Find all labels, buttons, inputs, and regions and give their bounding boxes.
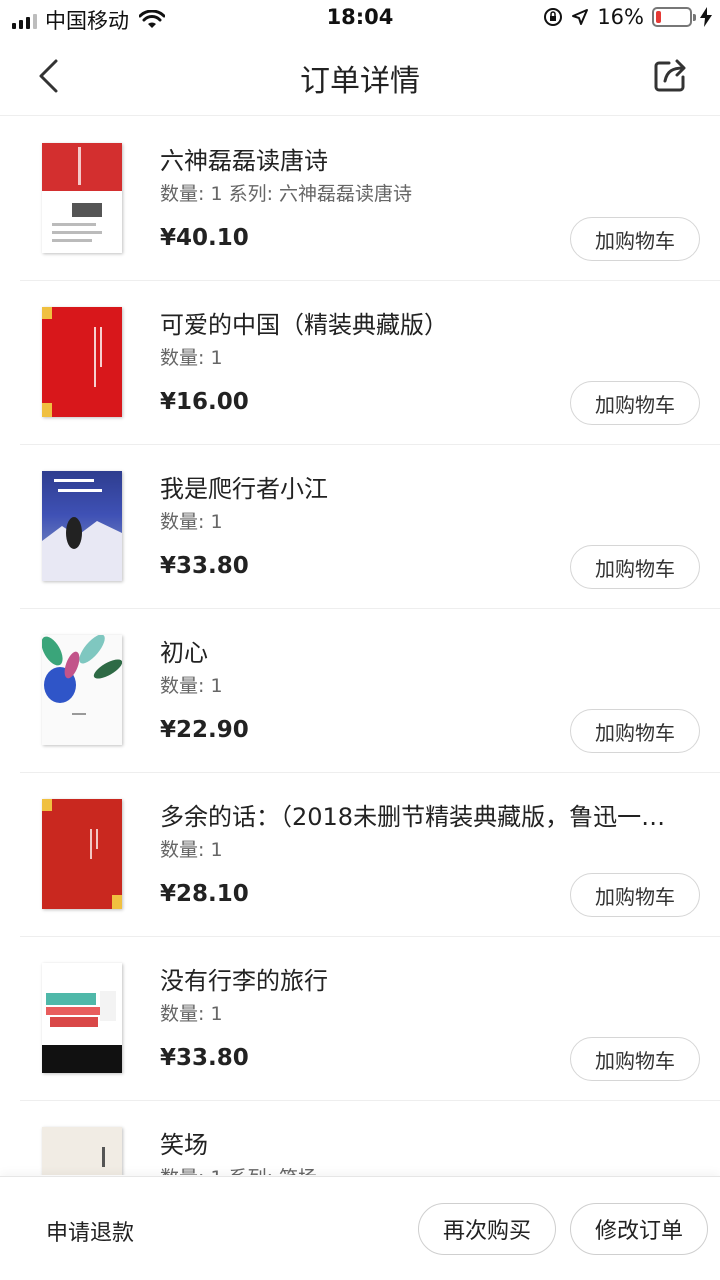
item-title[interactable]: 可爱的中国（精装典藏版） bbox=[160, 305, 700, 340]
book-cover[interactable] bbox=[42, 143, 122, 253]
refund-link[interactable]: 申请退款 bbox=[46, 1215, 134, 1247]
item-title[interactable]: 六神磊磊读唐诗 bbox=[160, 141, 700, 176]
item-quantity: 数量: 1 bbox=[160, 347, 223, 369]
battery-percent: 16% bbox=[597, 5, 644, 29]
battery-icon bbox=[652, 7, 696, 27]
book-cover[interactable] bbox=[42, 471, 122, 581]
item-price: ¥33.80 bbox=[160, 553, 249, 579]
orientation-lock-icon bbox=[544, 8, 563, 26]
item-title[interactable]: 初心 bbox=[160, 633, 700, 668]
share-button[interactable] bbox=[646, 52, 694, 100]
book-cover[interactable] bbox=[42, 799, 122, 909]
book-cover[interactable] bbox=[42, 1127, 122, 1175]
item-price: ¥33.80 bbox=[160, 1045, 249, 1071]
item-title[interactable]: 多余的话：（2018未删节精装典藏版，鲁迅一… bbox=[160, 797, 700, 832]
page-title: 订单详情 bbox=[300, 64, 420, 99]
status-bar: 中国移动 18:04 16% bbox=[0, 0, 720, 36]
item-price: ¥22.90 bbox=[160, 717, 249, 743]
share-icon bbox=[654, 59, 686, 92]
order-item-list[interactable]: 六神磊磊读唐诗 数量: 1 系列: 六神磊磊读唐诗 ¥40.10 加购物车 可爱… bbox=[0, 117, 720, 1175]
add-to-cart-button[interactable]: 加购物车 bbox=[570, 873, 700, 917]
signal-icon bbox=[12, 11, 37, 29]
item-price: ¥40.10 bbox=[160, 225, 249, 251]
chevron-left-icon bbox=[39, 59, 58, 93]
book-cover[interactable] bbox=[42, 963, 122, 1073]
charging-icon bbox=[700, 7, 712, 27]
modify-order-button[interactable]: 修改订单 bbox=[570, 1203, 708, 1255]
back-button[interactable] bbox=[24, 52, 72, 100]
item-quantity: 数量: 1 系列: 笑场 bbox=[160, 1163, 317, 1175]
bottom-action-bar: 申请退款 再次购买 修改订单 bbox=[0, 1176, 720, 1280]
location-icon bbox=[572, 9, 589, 25]
carrier-label: 中国移动 bbox=[45, 9, 129, 33]
item-title[interactable]: 没有行李的旅行 bbox=[160, 961, 700, 996]
list-item[interactable]: 初心 数量: 1 ¥22.90 加购物车 bbox=[20, 609, 720, 773]
list-item[interactable]: 笑场 数量: 1 系列: 笑场 bbox=[20, 1101, 720, 1175]
book-cover[interactable] bbox=[42, 635, 122, 745]
wifi-icon bbox=[139, 10, 165, 28]
nav-bar: 订单详情 bbox=[0, 36, 720, 116]
add-to-cart-button[interactable]: 加购物车 bbox=[570, 709, 700, 753]
list-item[interactable]: 六神磊磊读唐诗 数量: 1 系列: 六神磊磊读唐诗 ¥40.10 加购物车 bbox=[20, 117, 720, 281]
list-item[interactable]: 我是爬行者小江 数量: 1 ¥33.80 加购物车 bbox=[20, 445, 720, 609]
list-item[interactable]: 可爱的中国（精装典藏版） 数量: 1 ¥16.00 加购物车 bbox=[20, 281, 720, 445]
item-quantity: 数量: 1 bbox=[160, 1003, 223, 1025]
add-to-cart-button[interactable]: 加购物车 bbox=[570, 217, 700, 261]
item-title[interactable]: 笑场 bbox=[160, 1125, 700, 1160]
item-quantity: 数量: 1 系列: 六神磊磊读唐诗 bbox=[160, 183, 413, 205]
status-left: 中国移动 bbox=[12, 5, 165, 35]
item-price: ¥28.10 bbox=[160, 881, 249, 907]
item-quantity: 数量: 1 bbox=[160, 839, 223, 861]
item-quantity: 数量: 1 bbox=[160, 675, 223, 697]
add-to-cart-button[interactable]: 加购物车 bbox=[570, 545, 700, 589]
list-item[interactable]: 没有行李的旅行 数量: 1 ¥33.80 加购物车 bbox=[20, 937, 720, 1101]
add-to-cart-button[interactable]: 加购物车 bbox=[570, 1037, 700, 1081]
add-to-cart-button[interactable]: 加购物车 bbox=[570, 381, 700, 425]
item-title[interactable]: 我是爬行者小江 bbox=[160, 469, 700, 504]
book-cover[interactable] bbox=[42, 307, 122, 417]
rebuy-button[interactable]: 再次购买 bbox=[418, 1203, 556, 1255]
item-quantity: 数量: 1 bbox=[160, 511, 223, 533]
status-right: 16% bbox=[543, 5, 712, 29]
item-price: ¥16.00 bbox=[160, 389, 249, 415]
list-item[interactable]: 多余的话：（2018未删节精装典藏版，鲁迅一… 数量: 1 ¥28.10 加购物… bbox=[20, 773, 720, 937]
